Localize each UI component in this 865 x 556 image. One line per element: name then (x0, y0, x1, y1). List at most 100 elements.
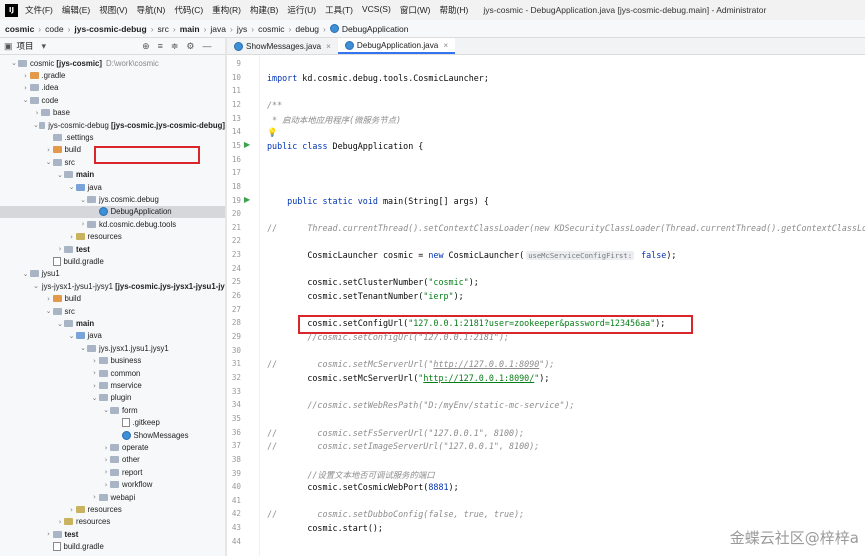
chevron-down-icon[interactable]: ⌄ (45, 307, 53, 315)
chevron-down-icon[interactable]: ⌄ (10, 59, 18, 67)
chevron-right-icon[interactable]: › (79, 220, 87, 228)
tree-node[interactable]: build.gradle (0, 541, 225, 553)
chevron-down-icon[interactable]: ⌄ (33, 121, 39, 129)
chevron-right-icon[interactable]: › (68, 506, 76, 514)
chevron-down-icon[interactable]: ⌄ (79, 196, 87, 204)
breadcrumb-item[interactable]: main (180, 24, 200, 34)
menu-item[interactable]: 视图(V) (99, 4, 127, 16)
chevron-right-icon[interactable]: › (91, 357, 99, 365)
chevron-right-icon[interactable]: › (56, 518, 64, 526)
chevron-right-icon[interactable]: › (102, 444, 110, 452)
tree-node[interactable]: build.gradle (0, 255, 225, 267)
chevron-down-icon[interactable]: ⌄ (45, 158, 53, 166)
breadcrumb-item[interactable]: debug (295, 24, 319, 34)
chevron-right-icon[interactable]: › (91, 493, 99, 501)
project-panel-title[interactable]: 项目 (17, 40, 34, 52)
tree-node[interactable]: › business (0, 355, 225, 367)
tree-node[interactable]: DebugApplication (0, 205, 225, 219)
chevron-down-icon[interactable]: ⌄ (56, 171, 64, 179)
tree-node[interactable]: › .idea (0, 82, 225, 94)
editor-tab[interactable]: ShowMessages.java × (227, 38, 338, 54)
menu-item[interactable]: 重构(R) (212, 4, 241, 16)
menu-item[interactable]: 代码(C) (174, 4, 203, 16)
chevron-right-icon[interactable]: › (45, 146, 53, 154)
chevron-right-icon[interactable]: › (56, 245, 64, 253)
tree-node[interactable]: ⌄ jys-cosmic-debug [jys-cosmic.jys-cosmic… (0, 119, 225, 131)
tree-node[interactable]: .settings (0, 131, 225, 143)
menu-item[interactable]: VCS(S) (362, 4, 391, 16)
chevron-right-icon[interactable]: › (33, 109, 41, 117)
chevron-right-icon[interactable]: › (22, 84, 30, 92)
tree-node[interactable]: ⌄ main (0, 317, 225, 329)
chevron-right-icon[interactable]: › (102, 468, 110, 476)
chevron-right-icon[interactable]: › (68, 233, 76, 241)
expand-all-icon[interactable]: ≑ (171, 41, 179, 52)
locate-icon[interactable]: ⊕ (142, 41, 150, 52)
chevron-down-icon[interactable]: ⌄ (68, 183, 76, 191)
tree-node[interactable]: ⌄ java (0, 181, 225, 193)
tree-node[interactable]: › common (0, 367, 225, 379)
chevron-down-icon[interactable]: ▾ (42, 41, 47, 52)
tree-node[interactable]: › operate (0, 441, 225, 453)
breadcrumb-item[interactable]: jys-cosmic-debug (74, 24, 146, 34)
tree-node[interactable]: ⌄ main (0, 169, 225, 181)
chevron-right-icon[interactable]: › (45, 530, 53, 538)
tree-node[interactable]: ⌄ jys-jysx1-jysu1-jysy1 [jys-cosmic.jys-j… (0, 280, 225, 292)
chevron-down-icon[interactable]: ⌄ (102, 406, 110, 414)
tree-node[interactable]: .gitkeep (0, 417, 225, 429)
chevron-down-icon[interactable]: ⌄ (22, 96, 30, 104)
run-icon[interactable]: ▶ (244, 140, 250, 149)
menu-item[interactable]: 工具(T) (325, 4, 353, 16)
menu-item[interactable]: 导航(N) (137, 4, 166, 16)
tree-node[interactable]: › .gradle (0, 69, 225, 81)
chevron-down-icon[interactable]: ⌄ (68, 332, 76, 340)
tree-node[interactable]: › resources (0, 503, 225, 515)
minimize-icon[interactable]: — (203, 41, 212, 51)
breadcrumb-item[interactable]: DebugApplication (342, 24, 409, 34)
tree-node[interactable]: › build (0, 293, 225, 305)
chevron-right-icon[interactable]: › (102, 456, 110, 464)
tree-node[interactable]: › kd.cosmic.debug.tools (0, 218, 225, 230)
chevron-down-icon[interactable]: ⌄ (91, 394, 99, 402)
chevron-down-icon[interactable]: ⌄ (22, 270, 30, 278)
breadcrumb-item[interactable]: code (45, 24, 63, 34)
menu-item[interactable]: 编辑(E) (62, 4, 90, 16)
chevron-right-icon[interactable]: › (91, 369, 99, 377)
tree-node[interactable]: ⌄ plugin (0, 392, 225, 404)
chevron-right-icon[interactable]: › (45, 295, 53, 303)
tree-node[interactable]: › webapi (0, 491, 225, 503)
chevron-right-icon[interactable]: › (102, 481, 110, 489)
menu-item[interactable]: 文件(F) (25, 4, 53, 16)
breadcrumb-item[interactable]: java (210, 24, 226, 34)
run-icon[interactable]: ▶ (244, 195, 250, 204)
tree-node[interactable]: ShowMessages (0, 429, 225, 441)
menu-item[interactable]: 窗口(W) (400, 4, 431, 16)
close-icon[interactable]: × (443, 41, 448, 50)
tree-node[interactable]: › report (0, 466, 225, 478)
tree-node[interactable]: ⌄ code (0, 94, 225, 106)
tree-node[interactable]: ⌄ cosmic [jys-cosmic] D:\work\cosmic (0, 57, 225, 69)
menu-item[interactable]: 运行(U) (287, 4, 316, 16)
tree-node[interactable]: ⌄ src (0, 305, 225, 317)
code-editor[interactable]: import kd.cosmic.debug.tools.CosmicLaunc… (260, 55, 865, 556)
tree-node[interactable]: › workflow (0, 479, 225, 491)
tree-node[interactable]: ⌄ java (0, 330, 225, 342)
breadcrumb-item[interactable]: cosmic (258, 24, 284, 34)
chevron-down-icon[interactable]: ⌄ (79, 344, 87, 352)
tree-node[interactable]: › mservice (0, 379, 225, 391)
gear-icon[interactable]: ⚙ (186, 41, 194, 52)
tree-node[interactable]: ⌄ jys.cosmic.debug (0, 193, 225, 205)
breadcrumb-item[interactable]: cosmic (5, 24, 34, 34)
tree-node[interactable]: › resources (0, 231, 225, 243)
chevron-down-icon[interactable]: ⌄ (56, 320, 64, 328)
collapse-all-icon[interactable]: ≡ (158, 41, 163, 51)
tree-node[interactable]: ⌄ jysu1 (0, 268, 225, 280)
tree-node[interactable]: › test (0, 243, 225, 255)
tree-node[interactable]: › resources (0, 516, 225, 528)
menu-item[interactable]: 帮助(H) (440, 4, 469, 16)
breadcrumb-item[interactable]: src (158, 24, 169, 34)
close-icon[interactable]: × (326, 42, 331, 51)
tree-node[interactable]: › other (0, 454, 225, 466)
chevron-right-icon[interactable]: › (22, 72, 30, 80)
chevron-right-icon[interactable]: › (91, 382, 99, 390)
